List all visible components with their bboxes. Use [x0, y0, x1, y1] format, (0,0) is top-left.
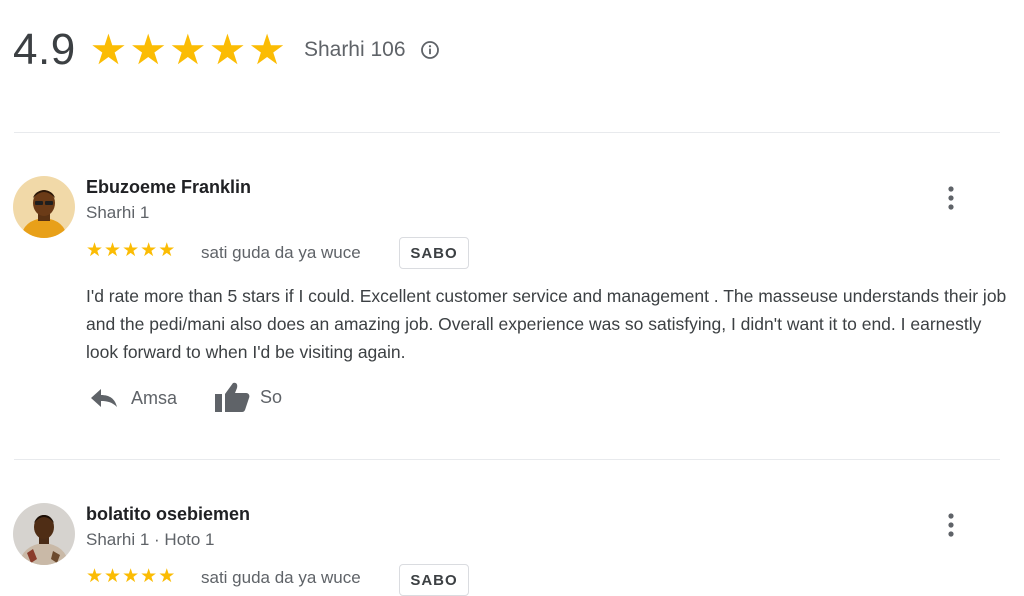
star-icon: ★ — [104, 566, 122, 587]
star-icon: ★ — [129, 26, 167, 73]
divider — [14, 459, 1000, 460]
average-stars: ★ ★ ★ ★ ★ — [90, 29, 286, 71]
review-author-meta: Sharhi 1 · Hoto 1 — [86, 530, 215, 549]
review-stars: ★ ★ ★ ★ ★ — [86, 567, 175, 586]
divider — [14, 132, 1000, 133]
review-time: sati guda da ya wuce — [201, 243, 361, 262]
more-options-icon[interactable] — [940, 510, 962, 540]
review-author[interactable]: bolatito osebiemen — [86, 504, 250, 525]
review-count: Sharhi 106 — [303, 38, 406, 61]
review-author[interactable]: Ebuzoeme Franklin — [86, 177, 251, 198]
star-icon: ★ — [140, 566, 158, 587]
reply-button[interactable]: Amsa — [89, 386, 177, 410]
average-rating: 4.9 — [13, 25, 76, 74]
review-author-meta: Sharhi 1 — [86, 203, 150, 222]
star-icon: ★ — [89, 26, 128, 73]
rating-summary: 4.9 ★ ★ ★ ★ ★ Sharhi 106 — [13, 22, 440, 78]
avatar[interactable] — [13, 176, 75, 238]
like-button[interactable]: So — [214, 381, 282, 413]
star-icon: ★ — [158, 240, 176, 261]
star-icon: ★ — [122, 566, 140, 587]
star-icon: ★ — [140, 240, 158, 261]
reply-label: Amsa — [131, 387, 178, 408]
new-badge: SABO — [399, 237, 469, 269]
new-badge: SABO — [399, 564, 469, 596]
star-icon: ★ — [86, 566, 104, 587]
info-icon[interactable] — [420, 40, 440, 60]
avatar[interactable] — [13, 503, 75, 565]
star-icon: ★ — [158, 566, 176, 587]
thumbs-up-icon — [215, 382, 250, 412]
like-label: So — [260, 386, 283, 407]
review-text: I'd rate more than 5 stars if I could. E… — [86, 286, 1007, 362]
more-options-icon[interactable] — [940, 183, 962, 213]
star-icon: ★ — [208, 26, 247, 73]
star-icon: ★ — [104, 240, 122, 261]
star-icon: ★ — [248, 26, 286, 73]
star-icon: ★ — [122, 240, 140, 261]
review-time: sati guda da ya wuce — [201, 568, 361, 587]
star-icon: ★ — [86, 240, 104, 261]
reply-icon — [91, 389, 117, 407]
review-stars: ★ ★ ★ ★ ★ — [86, 241, 175, 260]
star-icon: ★ — [168, 26, 207, 73]
